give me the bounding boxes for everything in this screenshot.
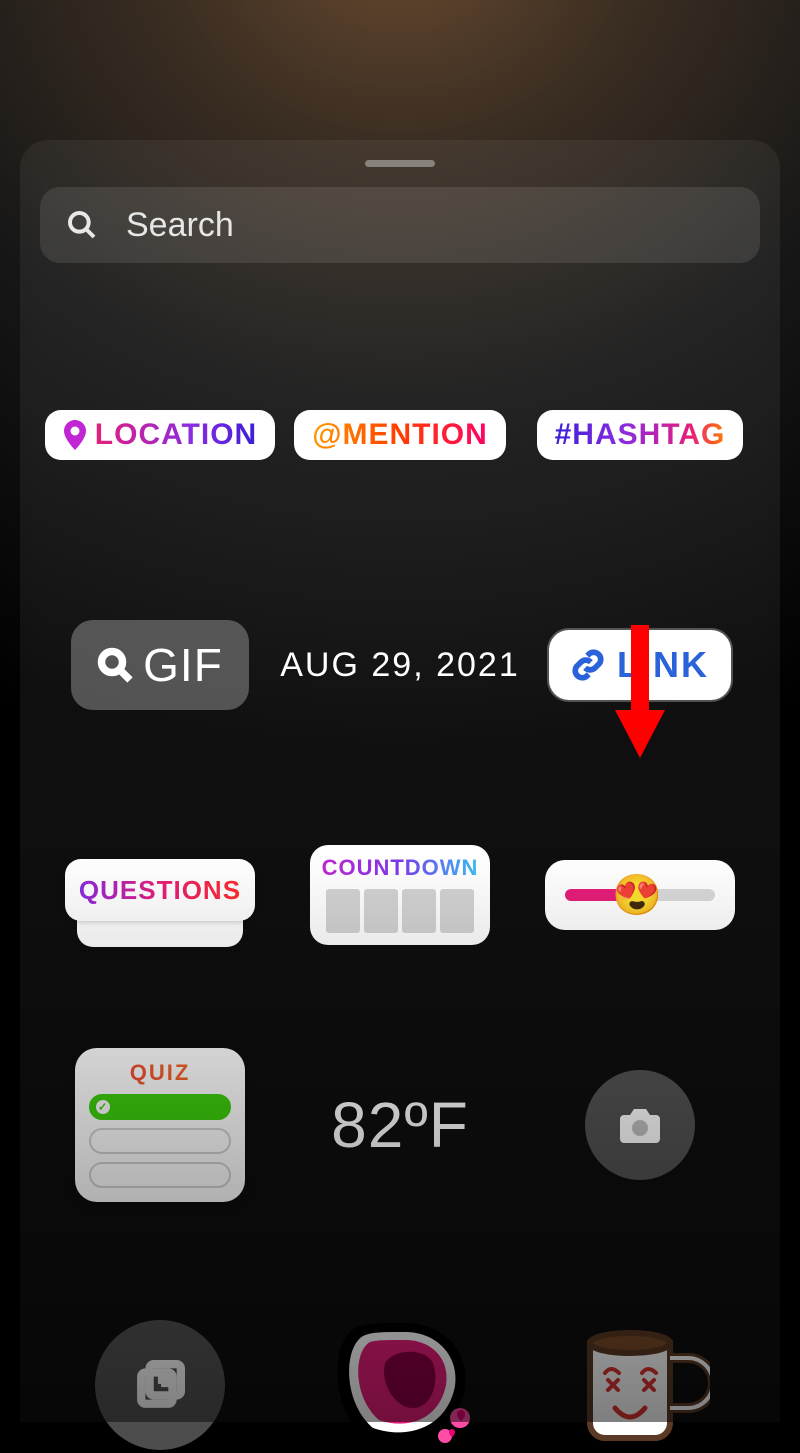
camera-icon xyxy=(616,1101,664,1149)
coffee-mug-sticker[interactable] xyxy=(570,1318,710,1453)
camera-sticker[interactable] xyxy=(585,1070,695,1180)
search-icon xyxy=(66,209,98,241)
temperature-sticker[interactable]: 82ºF xyxy=(331,1088,469,1162)
gif-sticker[interactable]: GIF xyxy=(71,620,249,710)
mention-sticker[interactable]: @MENTION xyxy=(294,410,506,460)
hashtag-sticker[interactable]: #HASHTAG xyxy=(537,410,744,460)
questions-label: QUESTIONS xyxy=(79,875,241,906)
search-icon xyxy=(97,647,133,683)
screaming-mouth-sticker[interactable] xyxy=(325,1318,475,1453)
drag-handle[interactable] xyxy=(365,160,435,167)
quiz-option xyxy=(89,1162,231,1188)
search-bar[interactable] xyxy=(40,187,760,263)
temperature-label: 82ºF xyxy=(331,1089,469,1161)
emoji-slider-sticker[interactable]: 😍 xyxy=(545,860,735,930)
countdown-label: COUNTDOWN xyxy=(322,855,479,881)
slider-track: 😍 xyxy=(565,889,715,901)
date-label: AUG 29, 2021 xyxy=(280,646,519,684)
quiz-sticker[interactable]: QUIZ xyxy=(75,1048,245,1202)
mug-icon xyxy=(570,1318,710,1448)
location-sticker[interactable]: LOCATION xyxy=(45,410,275,460)
hashtag-label: #HASHTAG xyxy=(555,418,726,452)
search-input[interactable] xyxy=(126,206,734,245)
add-photo-icon xyxy=(135,1360,185,1410)
location-pin-icon xyxy=(63,420,87,450)
quiz-option xyxy=(89,1128,231,1154)
questions-card-front: QUESTIONS xyxy=(65,859,255,921)
link-icon xyxy=(571,648,605,682)
countdown-boxes xyxy=(326,889,474,933)
annotation-arrow xyxy=(610,620,670,760)
location-label: LOCATION xyxy=(95,418,257,452)
quiz-option-correct xyxy=(89,1094,231,1120)
mouth-icon xyxy=(325,1318,475,1448)
date-sticker[interactable]: AUG 29, 2021 xyxy=(280,646,519,685)
gif-label: GIF xyxy=(143,638,223,692)
photo-collage-sticker[interactable] xyxy=(95,1320,225,1450)
mention-label: @MENTION xyxy=(312,418,488,452)
slider-emoji: 😍 xyxy=(612,872,662,919)
questions-sticker[interactable]: QUESTIONS xyxy=(65,859,255,931)
sticker-grid: LOCATION @MENTION #HASHTAG GIF AUG 29, 2… xyxy=(40,320,760,1422)
quiz-label: QUIZ xyxy=(89,1060,231,1086)
sticker-tray: LOCATION @MENTION #HASHTAG GIF AUG 29, 2… xyxy=(20,140,780,1422)
countdown-sticker[interactable]: COUNTDOWN xyxy=(310,845,490,945)
